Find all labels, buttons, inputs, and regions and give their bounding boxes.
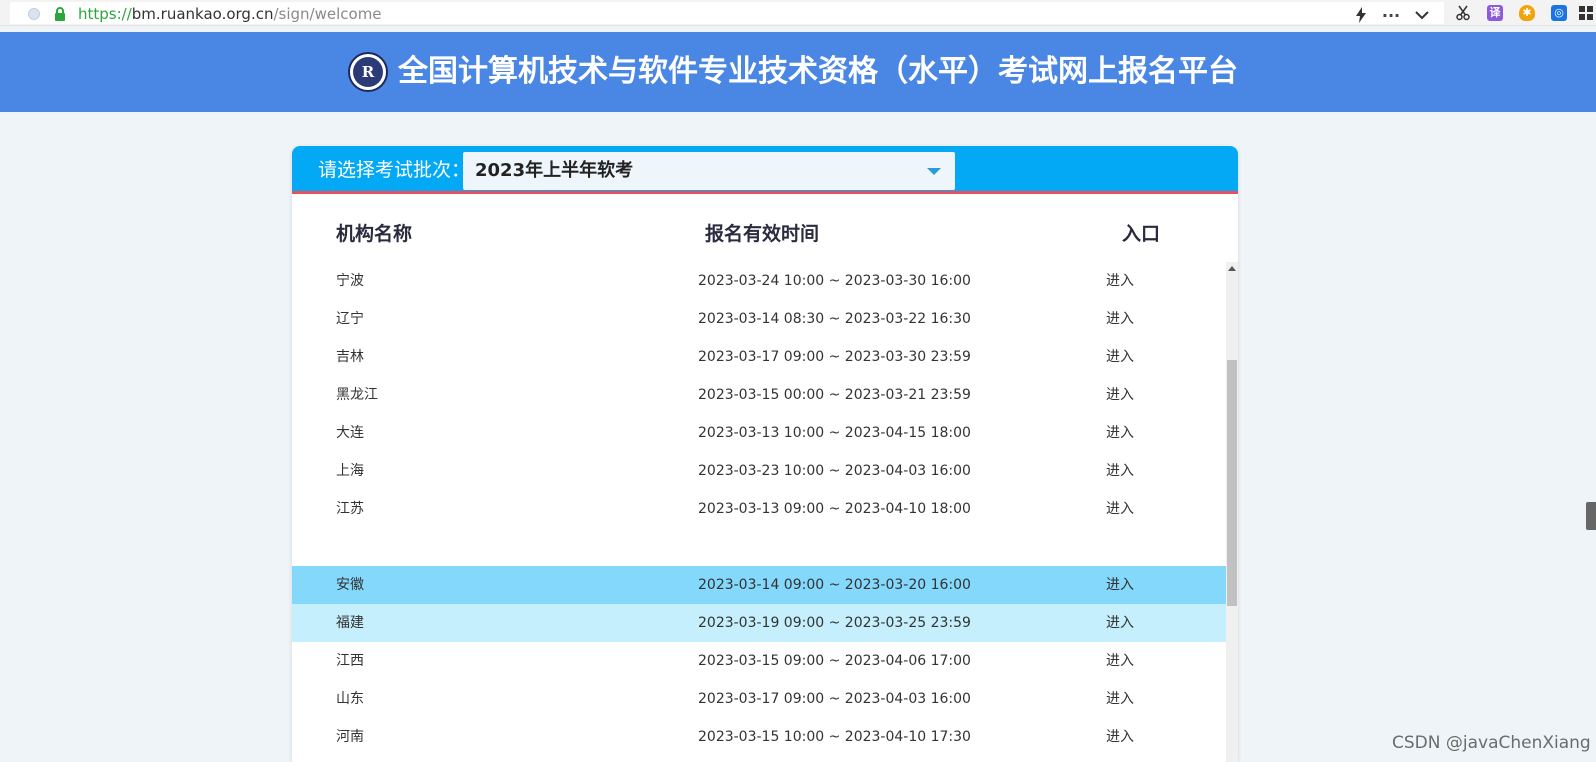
institution-list: 宁波 2023-03-24 10:00 ~ 2023-03-30 16:00 进…: [292, 262, 1226, 762]
site-logo: R: [348, 52, 388, 92]
registration-time: 2023-03-24 10:00 ~ 2023-03-30 16:00: [698, 273, 971, 289]
registration-time: 2023-03-14 09:00 ~ 2023-03-20 16:00: [698, 577, 971, 593]
registration-time: 2023-03-17 09:00 ~ 2023-03-30 23:59: [698, 349, 971, 365]
watermark: CSDN @javaChenXiang: [1392, 733, 1591, 753]
table-row: 江苏 2023-03-13 09:00 ~ 2023-04-10 18:00 进…: [292, 490, 1226, 528]
registration-time: 2023-03-15 00:00 ~ 2023-03-21 23:59: [698, 387, 971, 403]
blue-extension-icon[interactable]: ◎: [1550, 2, 1568, 24]
institution-name: 安徽: [336, 577, 364, 593]
url-text[interactable]: https://bm.ruankao.org.cn/sign/welcome: [78, 5, 382, 23]
table-row: 辽宁 2023-03-14 08:30 ~ 2023-03-22 16:30 进…: [292, 300, 1226, 338]
shield-extension-icon[interactable]: ✱: [1518, 2, 1536, 24]
lightning-icon[interactable]: [1352, 4, 1370, 26]
table-row: 江西 2023-03-15 09:00 ~ 2023-04-06 17:00 进…: [292, 642, 1226, 680]
institution-name: 江西: [336, 653, 364, 669]
batch-selected-value: 2023年上半年软考: [475, 160, 634, 181]
caret-down-icon: [927, 168, 941, 175]
institution-name: 河南: [336, 729, 364, 745]
side-panel-handle[interactable]: [1586, 502, 1596, 530]
scissors-icon[interactable]: [1454, 2, 1472, 24]
list-scrollbar[interactable]: [1226, 262, 1238, 762]
registration-time: 2023-03-19 09:00 ~ 2023-03-25 23:59: [698, 615, 971, 631]
enter-link[interactable]: 进入: [1106, 425, 1134, 441]
site-info-icon[interactable]: [28, 8, 40, 20]
registration-time: 2023-03-15 09:00 ~ 2023-04-06 17:00: [698, 653, 971, 669]
column-header-name: 机构名称: [336, 223, 413, 245]
enter-link[interactable]: 进入: [1106, 349, 1134, 365]
registration-time: 2023-03-17 09:00 ~ 2023-04-03 16:00: [698, 691, 971, 707]
url-box[interactable]: https://bm.ruankao.org.cn/sign/welcome ·…: [10, 2, 1444, 26]
url-scheme: https://: [78, 5, 132, 23]
enter-link[interactable]: 进入: [1106, 463, 1134, 479]
batch-selector-bar: 请选择考试批次： 2023年上半年软考: [292, 146, 1238, 194]
table-row: 大连 2023-03-13 10:00 ~ 2023-04-15 18:00 进…: [292, 414, 1226, 452]
institution-name: 山东: [336, 691, 364, 707]
scroll-up-arrow-icon[interactable]: [1228, 266, 1236, 271]
table-row: 山东 2023-03-17 09:00 ~ 2023-04-03 16:00 进…: [292, 680, 1226, 718]
registration-time: 2023-03-13 09:00 ~ 2023-04-10 18:00: [698, 501, 971, 517]
enter-link[interactable]: 进入: [1106, 387, 1134, 403]
table-row: 吉林 2023-03-17 09:00 ~ 2023-03-30 23:59 进…: [292, 338, 1226, 376]
institution-name: 上海: [336, 463, 364, 479]
enter-link[interactable]: 进入: [1106, 311, 1134, 327]
url-path: /sign/welcome: [273, 5, 382, 23]
registration-time: 2023-03-14 08:30 ~ 2023-03-22 16:30: [698, 311, 971, 327]
table-row: 宁波 2023-03-24 10:00 ~ 2023-03-30 16:00 进…: [292, 262, 1226, 300]
registration-time: 2023-03-15 10:00 ~ 2023-04-10 17:30: [698, 729, 971, 745]
registration-card: 请选择考试批次： 2023年上半年软考 机构名称 报名有效时间 入口 宁波 20…: [292, 146, 1238, 762]
enter-link[interactable]: 进入: [1106, 729, 1134, 745]
apps-grid-icon[interactable]: [1578, 2, 1594, 24]
url-host: bm.ruankao.org.cn: [131, 5, 274, 23]
table-row-highlighted: 福建 2023-03-19 09:00 ~ 2023-03-25 23:59 进…: [292, 604, 1226, 642]
lock-icon: [55, 7, 65, 21]
enter-link[interactable]: 进入: [1106, 615, 1134, 631]
batch-label: 请选择考试批次：: [318, 159, 471, 181]
scroll-thumb[interactable]: [1227, 360, 1237, 606]
enter-link[interactable]: 进入: [1106, 273, 1134, 289]
column-header-entry: 入口: [1122, 223, 1161, 245]
enter-link[interactable]: 进入: [1106, 501, 1134, 517]
enter-link[interactable]: 进入: [1106, 691, 1134, 707]
table-row-hovered: 安徽 2023-03-14 09:00 ~ 2023-03-20 16:00 进…: [292, 566, 1226, 604]
institution-name: 大连: [336, 425, 364, 441]
institution-name: 黑龙江: [336, 387, 378, 403]
institution-name: 辽宁: [336, 311, 364, 327]
registration-time: 2023-03-23 10:00 ~ 2023-04-03 16:00: [698, 463, 971, 479]
batch-select[interactable]: 2023年上半年软考: [463, 152, 955, 190]
page-title: 全国计算机技术与软件专业技术资格（水平）考试网上报名平台: [398, 54, 1238, 89]
institution-name: 江苏: [336, 501, 364, 517]
browser-address-bar: https://bm.ruankao.org.cn/sign/welcome ·…: [0, 0, 1596, 26]
institution-name: 吉林: [336, 349, 364, 365]
logo-mark: R: [353, 57, 383, 87]
more-options-icon[interactable]: ···: [1380, 4, 1402, 26]
chevron-down-icon[interactable]: [1412, 4, 1432, 26]
table-row: 上海 2023-03-23 10:00 ~ 2023-04-03 16:00 进…: [292, 452, 1226, 490]
institution-name: 福建: [336, 615, 364, 631]
registration-time: 2023-03-13 10:00 ~ 2023-04-15 18:00: [698, 425, 971, 441]
institution-name: 宁波: [336, 273, 364, 289]
column-header-time: 报名有效时间: [705, 223, 820, 245]
enter-link[interactable]: 进入: [1106, 653, 1134, 669]
table-row: 河南 2023-03-15 10:00 ~ 2023-04-10 17:30 进…: [292, 718, 1226, 756]
enter-link[interactable]: 进入: [1106, 577, 1134, 593]
site-header: R 全国计算机技术与软件专业技术资格（水平）考试网上报名平台: [0, 32, 1596, 112]
translate-extension-icon[interactable]: 译: [1486, 2, 1504, 24]
table-row: 黑龙江 2023-03-15 00:00 ~ 2023-03-21 23:59 …: [292, 376, 1226, 414]
